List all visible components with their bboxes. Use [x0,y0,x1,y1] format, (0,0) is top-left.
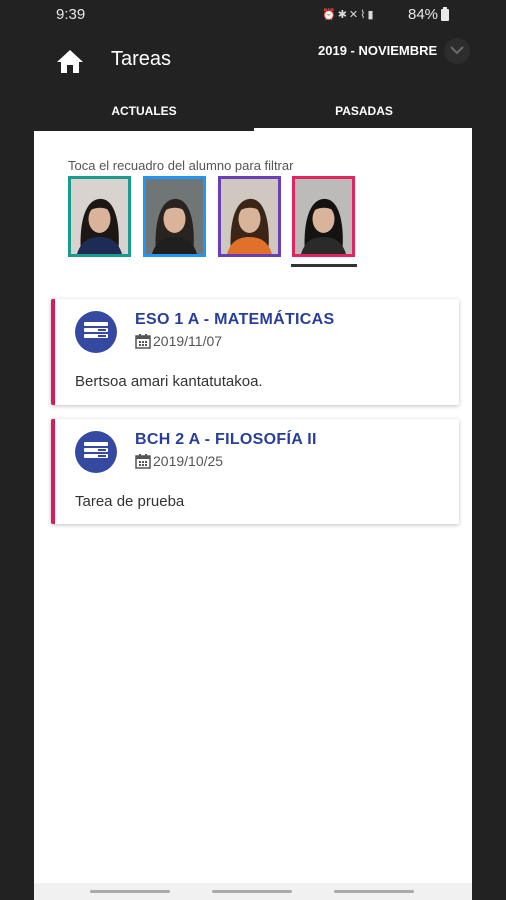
main-content: Toca el recuadro del alumno para filtrar… [34,131,472,900]
calendar-icon [135,334,151,349]
home-icon[interactable] [56,48,84,74]
student-filter-4[interactable] [292,176,355,257]
task-card[interactable]: BCH 2 A - FILOSOFÍA II 2019/10/25 Tarea … [51,419,459,524]
bluetooth-icon: ✱ [337,9,349,21]
task-description: Bertsoa amari kantatutakoa. [75,373,263,390]
nav-pill[interactable] [90,890,170,893]
task-date: 2019/10/25 [153,453,224,469]
page-title: Tareas [111,48,172,70]
task-list-icon [75,311,117,353]
selected-student-indicator [291,264,357,267]
student-photo [295,179,352,254]
student-filter-2[interactable] [143,176,206,257]
task-title: BCH 2 A - FILOSOFÍA II [135,431,317,448]
student-filter-3[interactable] [218,176,281,257]
task-card[interactable]: ESO 1 A - MATEMÁTICAS 2019/11/07 Bertsoa… [51,299,459,405]
student-filter-1[interactable] [68,176,131,257]
tab-actuales[interactable]: ACTUALES [34,92,254,130]
navigation-bar [34,883,472,900]
battery-icon [441,7,449,21]
nav-pill[interactable] [212,890,292,893]
period-dropdown-button[interactable] [444,38,470,64]
tab-pasadas[interactable]: PASADAS [254,92,474,130]
signal-icon: ▮ [367,9,376,21]
tab-bar: ACTUALES PASADAS [0,92,506,132]
filter-hint: Toca el recuadro del alumno para filtrar [68,158,294,173]
wifi-icon: ⌇ [360,9,368,21]
alarm-icon: ⏰ [322,9,338,21]
task-list-icon [75,431,117,473]
battery-percent: 84% [408,6,439,23]
chevron-down-icon [450,46,464,55]
task-title: ESO 1 A - MATEMÁTICAS [135,311,335,328]
status-icons: ⏰✱✕⌇▮ [322,8,376,21]
student-photo [146,179,203,254]
task-description: Tarea de prueba [75,493,185,510]
calendar-icon [135,454,151,469]
task-date: 2019/11/07 [153,333,223,349]
student-photo [221,179,278,254]
status-time: 9:39 [56,6,86,23]
student-photo [71,179,128,254]
mute-icon: ✕ [348,9,361,21]
period-select[interactable]: 2019 - NOVIEMBRE [318,43,437,58]
nav-pill[interactable] [334,890,414,893]
status-bar: 9:39 ⏰✱✕⌇▮ 84% [0,0,506,28]
